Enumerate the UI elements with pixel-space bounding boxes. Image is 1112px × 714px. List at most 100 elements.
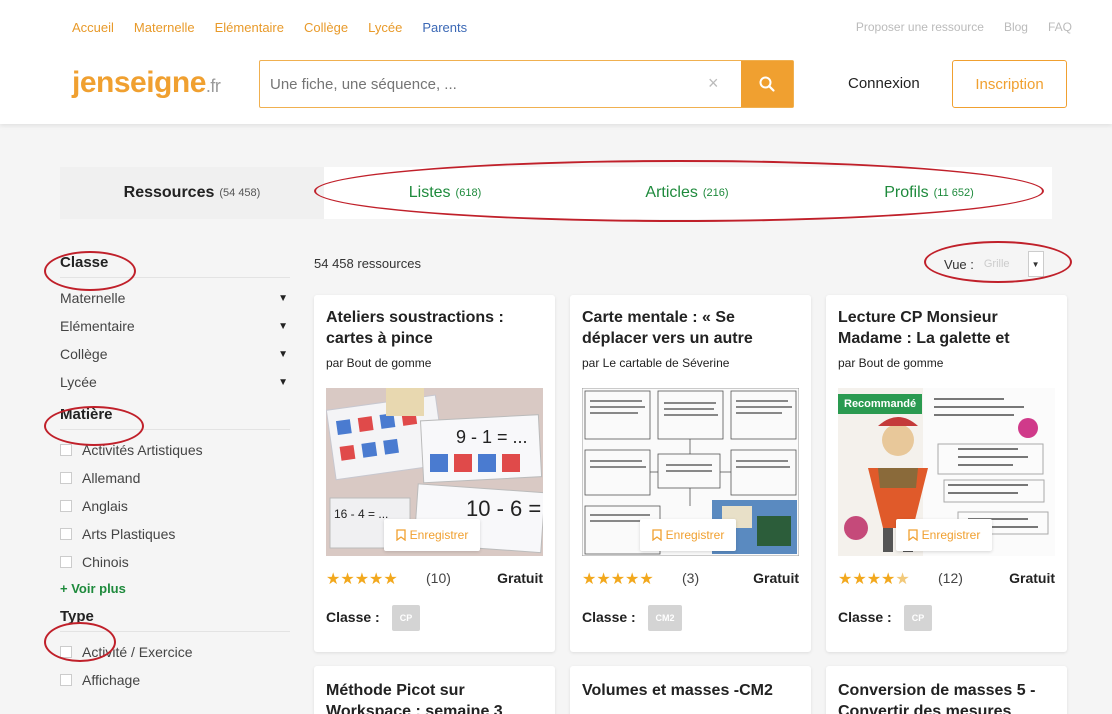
filter-label: Maternelle bbox=[60, 290, 126, 306]
filter-classe-college[interactable]: Collège ▼ bbox=[60, 340, 290, 368]
nav-maternelle[interactable]: Maternelle bbox=[134, 20, 195, 35]
site-logo[interactable]: jenseigne.fr bbox=[72, 66, 221, 100]
top-nav: Accueil Maternelle Elémentaire Collège L… bbox=[72, 20, 487, 35]
card-author[interactable]: par Bout de gomme bbox=[326, 356, 431, 370]
checkbox[interactable] bbox=[60, 444, 72, 456]
chevron-down-icon: ▼ bbox=[278, 376, 288, 388]
chevron-down-icon[interactable]: ▼ bbox=[1027, 251, 1044, 277]
filter-label: Allemand bbox=[82, 470, 141, 486]
search-input[interactable] bbox=[270, 71, 710, 97]
tab-profils[interactable]: Profils (11 652) bbox=[808, 167, 1050, 219]
card-title[interactable]: Ateliers soustractions : cartes à pince bbox=[326, 307, 546, 349]
checkbox[interactable] bbox=[60, 500, 72, 512]
filter-sidebar: Classe Maternelle ▼ Elémentaire ▼ Collège ▼… bbox=[60, 248, 290, 694]
filter-classe-elementaire[interactable]: Elémentaire ▼ bbox=[60, 312, 290, 340]
card-title[interactable]: Volumes et masses -CM2 bbox=[582, 680, 807, 701]
nav-lycee[interactable]: Lycée bbox=[368, 20, 402, 35]
tab-label: Profils bbox=[884, 184, 929, 201]
checkbox[interactable] bbox=[60, 528, 72, 540]
vue-value: Grille bbox=[983, 258, 1010, 270]
price-label: Gratuit bbox=[1009, 570, 1055, 586]
svg-text:10 - 6 =: 10 - 6 = bbox=[466, 496, 541, 521]
card-author[interactable]: par Le cartable de Séverine bbox=[582, 356, 729, 370]
checkbox[interactable] bbox=[60, 646, 72, 658]
classe-label: Classe : bbox=[582, 609, 636, 625]
filter-matiere-item[interactable]: Allemand bbox=[60, 464, 290, 492]
checkbox[interactable] bbox=[60, 472, 72, 484]
rating-stars: ★★★★★ bbox=[326, 571, 398, 588]
classe-badge[interactable]: CP bbox=[392, 605, 420, 631]
nav-elementaire[interactable]: Elémentaire bbox=[215, 20, 284, 35]
resource-card[interactable]: Conversion de masses 5 -Convertir des me… bbox=[826, 666, 1067, 714]
rating-stars: ★★★★★ bbox=[838, 571, 910, 588]
filter-type-item[interactable]: Activité / Exercice bbox=[60, 638, 290, 666]
classe-label: Classe : bbox=[326, 609, 380, 625]
search-icon bbox=[759, 76, 775, 92]
card-title[interactable]: Lecture CP Monsieur Madame : La galette … bbox=[838, 307, 1058, 349]
classe-label: Classe : bbox=[838, 609, 892, 625]
price-label: Gratuit bbox=[753, 570, 799, 586]
results-count: 54 458 ressources bbox=[314, 256, 421, 271]
type-heading: Type bbox=[60, 602, 290, 632]
resource-card[interactable]: Méthode Picot sur Workspace : semaine 3 bbox=[314, 666, 555, 714]
card-title[interactable]: Carte mentale : « Se déplacer vers un au… bbox=[582, 307, 802, 349]
link-faq[interactable]: FAQ bbox=[1048, 20, 1072, 34]
tab-count: (216) bbox=[702, 187, 729, 199]
filter-type-item[interactable]: Affichage bbox=[60, 666, 290, 694]
card-title[interactable]: Conversion de masses 5 -Convertir des me… bbox=[838, 680, 1063, 714]
save-button[interactable]: Enregistrer bbox=[896, 519, 992, 551]
rating-stars: ★★★★★ bbox=[582, 571, 654, 588]
filter-matiere-item[interactable]: Activités Artistiques bbox=[60, 436, 290, 464]
filter-label: Lycée bbox=[60, 374, 97, 390]
filter-matiere-item[interactable]: Arts Plastiques bbox=[60, 520, 290, 548]
inscription-button[interactable]: Inscription bbox=[952, 60, 1067, 108]
filter-label: Affichage bbox=[82, 672, 141, 688]
resource-card[interactable]: Volumes et masses -CM2 bbox=[570, 666, 811, 714]
card-author[interactable]: par Bout de gomme bbox=[838, 356, 943, 370]
search-button[interactable] bbox=[741, 61, 793, 107]
link-proposer[interactable]: Proposer une ressource bbox=[856, 20, 984, 34]
vue-label: Vue : bbox=[944, 256, 974, 272]
nav-college[interactable]: Collège bbox=[304, 20, 348, 35]
classe-heading: Classe bbox=[60, 248, 290, 278]
filter-label: Arts Plastiques bbox=[82, 526, 176, 542]
link-blog[interactable]: Blog bbox=[1004, 20, 1028, 34]
resource-card[interactable]: Carte mentale : « Se déplacer vers un au… bbox=[570, 295, 811, 652]
matiere-heading: Matière bbox=[60, 400, 290, 430]
resource-card[interactable]: Ateliers soustractions : cartes à pince … bbox=[314, 295, 555, 652]
card-title[interactable]: Méthode Picot sur Workspace : semaine 3 bbox=[326, 680, 551, 714]
tab-label: Ressources bbox=[123, 184, 215, 201]
tab-count: (54 458) bbox=[219, 187, 261, 199]
save-label: Enregistrer bbox=[665, 528, 725, 542]
tab-ressources[interactable]: Ressources (54 458) bbox=[60, 167, 324, 219]
filter-label: Collège bbox=[60, 346, 108, 362]
filter-label: Elémentaire bbox=[60, 318, 135, 334]
voir-plus-link[interactable]: + Voir plus bbox=[60, 576, 290, 602]
tab-articles[interactable]: Articles (216) bbox=[566, 167, 808, 219]
tab-count: (618) bbox=[455, 187, 482, 199]
bookmark-icon bbox=[908, 529, 918, 541]
nav-parents[interactable]: Parents bbox=[422, 20, 467, 35]
view-selector[interactable]: Vue : Grille ▼ bbox=[944, 250, 1044, 278]
filter-matiere-item[interactable]: Anglais bbox=[60, 492, 290, 520]
filter-classe-lycee[interactable]: Lycée ▼ bbox=[60, 368, 290, 396]
save-button[interactable]: Enregistrer bbox=[384, 519, 480, 551]
filter-matiere-item[interactable]: Chinois bbox=[60, 548, 290, 576]
resource-card[interactable]: Lecture CP Monsieur Madame : La galette … bbox=[826, 295, 1067, 652]
search-bar: × bbox=[259, 60, 794, 108]
nav-accueil[interactable]: Accueil bbox=[72, 20, 114, 35]
connexion-link[interactable]: Connexion bbox=[848, 75, 920, 92]
filter-label: Activités Artistiques bbox=[82, 442, 203, 458]
classe-badge[interactable]: CP bbox=[904, 605, 932, 631]
clear-icon[interactable]: × bbox=[708, 73, 719, 94]
filter-classe-maternelle[interactable]: Maternelle ▼ bbox=[60, 284, 290, 312]
tab-listes[interactable]: Listes (618) bbox=[324, 167, 566, 219]
checkbox[interactable] bbox=[60, 556, 72, 568]
save-button[interactable]: Enregistrer bbox=[640, 519, 736, 551]
checkbox[interactable] bbox=[60, 674, 72, 686]
svg-text:9 - 1 = ...: 9 - 1 = ... bbox=[456, 427, 528, 447]
price-label: Gratuit bbox=[497, 570, 543, 586]
recommended-badge: Recommandé bbox=[838, 394, 923, 414]
filter-label: Chinois bbox=[82, 554, 129, 570]
classe-badge[interactable]: CM2 bbox=[648, 605, 682, 631]
